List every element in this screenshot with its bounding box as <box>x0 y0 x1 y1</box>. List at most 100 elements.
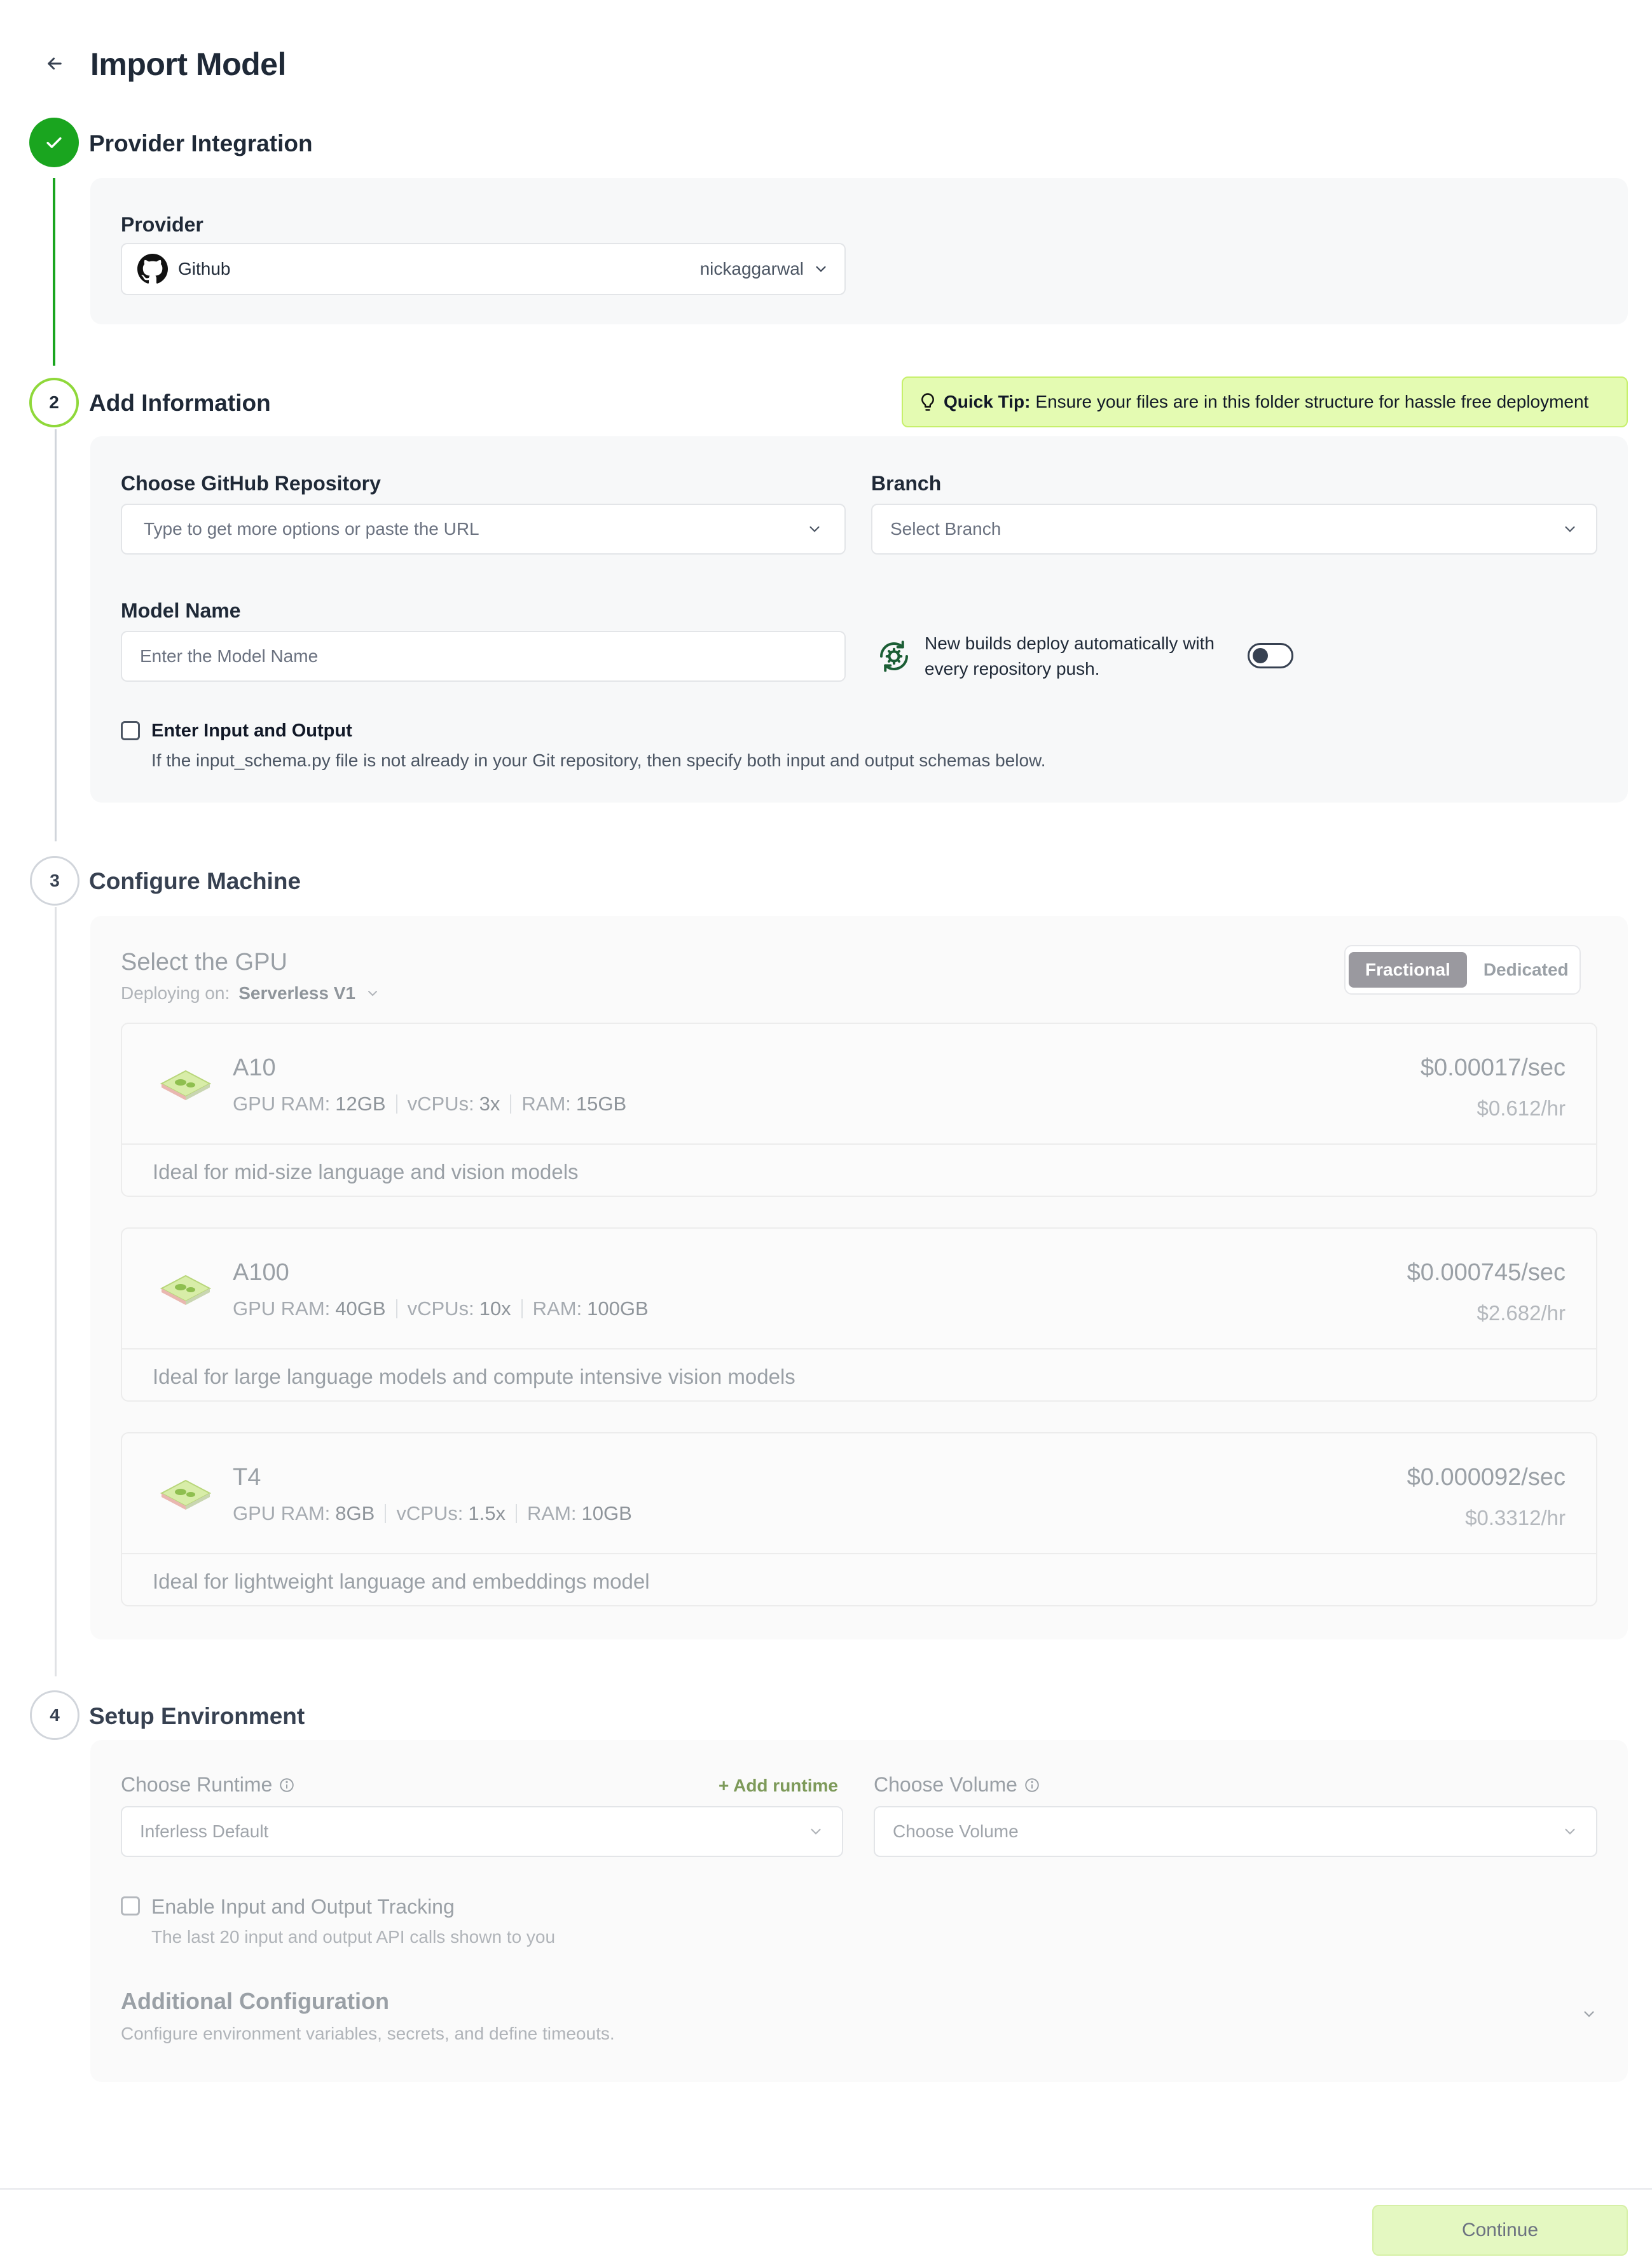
gpu-price-per-hr: $0.3312/hr <box>1465 1506 1566 1529</box>
volume-placeholder: Choose Volume <box>893 1821 1019 1841</box>
provider-card: Provider Github nickaggarwal <box>90 178 1628 324</box>
gpu-ram-value: 12GB <box>335 1093 386 1115</box>
io-schema-checkbox-label: Enter Input and Output <box>151 721 352 741</box>
continue-button[interactable]: Continue <box>1372 2205 1628 2256</box>
vcpus-label: vCPUs: <box>407 1093 474 1115</box>
model-name-placeholder: Enter the Model Name <box>140 646 319 666</box>
step-3-label: Configure Machine <box>89 868 301 894</box>
gpu-description: Ideal for mid-size language and vision m… <box>153 1160 579 1184</box>
io-schema-help-text: If the input_schema.py file is not alrea… <box>151 750 1046 770</box>
setup-environment-card: Choose Runtime + Add runtime Inferless D… <box>90 1740 1628 2082</box>
step-1-complete-marker <box>29 118 79 167</box>
ram-value: 10GB <box>581 1502 632 1524</box>
io-tracking-help: The last 20 input and output API calls s… <box>151 1927 556 1947</box>
gpu-option-a10[interactable]: A10 GPU RAM: 12GB vCPUs: 3x RAM: 15GB $0.00… <box>121 1023 1597 1197</box>
volume-label-row: Choose Volume <box>874 1773 1040 1797</box>
ram-label: RAM: <box>527 1502 577 1524</box>
back-button[interactable] <box>41 50 69 78</box>
chevron-down-icon <box>364 985 381 1002</box>
chevron-down-icon <box>1562 521 1578 537</box>
step-3-marker: 3 <box>30 856 79 906</box>
volume-label: Choose Volume <box>874 1773 1017 1796</box>
runtime-label-row: Choose Runtime <box>121 1773 295 1797</box>
provider-select[interactable]: Github nickaggarwal <box>121 243 846 295</box>
spec-divider <box>396 1094 397 1114</box>
gpu-price-per-hr: $0.612/hr <box>1476 1096 1566 1120</box>
volume-select[interactable]: Choose Volume <box>874 1806 1597 1857</box>
configure-machine-card: Select the GPU Deploying on: Serverless … <box>90 916 1628 1639</box>
gpu-chip-icon <box>159 1472 212 1513</box>
step-2-label: Add Information <box>89 390 271 416</box>
ram-value: 100GB <box>587 1297 649 1320</box>
gpu-type-segmented-control[interactable]: Fractional Dedicated <box>1344 945 1581 995</box>
gpu-ram-value: 40GB <box>335 1297 386 1320</box>
branch-label: Branch <box>871 472 942 495</box>
additional-config-help: Configure environment variables, secrets… <box>121 2024 615 2043</box>
gpu-specs: GPU RAM: 40GB vCPUs: 10x RAM: 100GB <box>233 1297 649 1320</box>
gpu-ram-label: GPU RAM: <box>233 1297 331 1320</box>
io-schema-checkbox[interactable] <box>121 721 140 740</box>
model-name-input[interactable]: Enter the Model Name <box>121 631 846 682</box>
auto-deploy-text: New builds deploy automatically with eve… <box>925 633 1215 679</box>
chevron-down-icon <box>1581 2006 1597 2022</box>
gpu-option-t4[interactable]: T4 GPU RAM: 8GB vCPUs: 1.5x RAM: 10GB $0.00… <box>121 1432 1597 1606</box>
vcpus-label: vCPUs: <box>407 1297 474 1320</box>
page-title: Import Model <box>90 46 286 82</box>
provider-account: nickaggarwal <box>699 259 804 279</box>
gpu-chip-icon <box>159 1267 212 1308</box>
gpu-price-per-sec: $0.000092/sec <box>1407 1464 1566 1491</box>
vcpus-value: 10x <box>479 1297 511 1320</box>
chevron-down-icon <box>813 261 829 277</box>
add-information-card: Choose GitHub Repository Type to get mor… <box>90 436 1628 803</box>
deploying-on-value: Serverless V1 <box>238 983 355 1003</box>
select-gpu-title: Select the GPU <box>121 949 287 976</box>
chevron-down-icon <box>806 521 823 537</box>
gpu-name: A100 <box>233 1259 289 1286</box>
model-name-label: Model Name <box>121 599 241 622</box>
deploying-on-label: Deploying on: <box>121 983 230 1003</box>
gpu-card-divider <box>122 1348 1596 1349</box>
runtime-label: Choose Runtime <box>121 1773 273 1796</box>
gpu-price-per-sec: $0.00017/sec <box>1420 1054 1566 1081</box>
spec-divider <box>521 1299 523 1318</box>
toggle-knob <box>1253 648 1268 663</box>
segment-dedicated[interactable]: Dedicated <box>1467 952 1585 988</box>
additional-configuration-toggle[interactable]: Additional Configuration Configure envir… <box>90 1988 1628 2064</box>
ram-value: 15GB <box>575 1093 627 1115</box>
vcpus-value: 3x <box>479 1093 500 1115</box>
segment-fractional[interactable]: Fractional <box>1349 952 1467 988</box>
quick-tip-prefix: Quick Tip: <box>944 392 1031 411</box>
lightbulb-icon <box>921 393 934 411</box>
ram-label: RAM: <box>521 1093 571 1115</box>
gpu-specs: GPU RAM: 8GB vCPUs: 1.5x RAM: 10GB <box>233 1502 632 1525</box>
vcpus-label: vCPUs: <box>396 1502 464 1524</box>
gpu-description: Ideal for large language models and comp… <box>153 1365 795 1388</box>
spec-divider <box>516 1504 518 1523</box>
gpu-ram-value: 8GB <box>335 1502 375 1524</box>
runtime-value: Inferless Default <box>140 1821 269 1841</box>
runtime-select[interactable]: Inferless Default <box>121 1806 843 1857</box>
provider-label: Provider <box>121 213 203 236</box>
vcpus-value: 1.5x <box>468 1502 506 1524</box>
deploying-on[interactable]: Deploying on: Serverless V1 <box>121 983 381 1004</box>
spec-divider <box>510 1094 512 1114</box>
gpu-card-divider <box>122 1553 1596 1554</box>
step-1-label: Provider Integration <box>89 130 313 156</box>
repository-select[interactable]: Type to get more options or paste the UR… <box>121 504 846 555</box>
spec-divider <box>396 1299 397 1318</box>
ram-label: RAM: <box>532 1297 582 1320</box>
gpu-chip-icon <box>159 1062 212 1103</box>
gpu-description: Ideal for lightweight language and embed… <box>153 1570 650 1593</box>
quick-tip-banner[interactable]: Quick Tip: Ensure your files are in this… <box>902 376 1628 427</box>
gpu-option-a100[interactable]: A100 GPU RAM: 40GB vCPUs: 10x RAM: 100GB $0… <box>121 1227 1597 1402</box>
step-4-label: Setup Environment <box>89 1703 305 1729</box>
step-connector <box>55 907 57 1676</box>
branch-select[interactable]: Select Branch <box>871 504 1597 555</box>
step-2-marker: 2 <box>29 378 79 427</box>
branch-placeholder: Select Branch <box>890 519 1002 539</box>
auto-deploy-toggle[interactable] <box>1248 643 1293 668</box>
add-runtime-button[interactable]: + Add runtime <box>719 1776 838 1796</box>
io-tracking-checkbox[interactable] <box>121 1896 140 1915</box>
arrow-left-icon <box>48 57 62 70</box>
gpu-card-divider <box>122 1143 1596 1145</box>
